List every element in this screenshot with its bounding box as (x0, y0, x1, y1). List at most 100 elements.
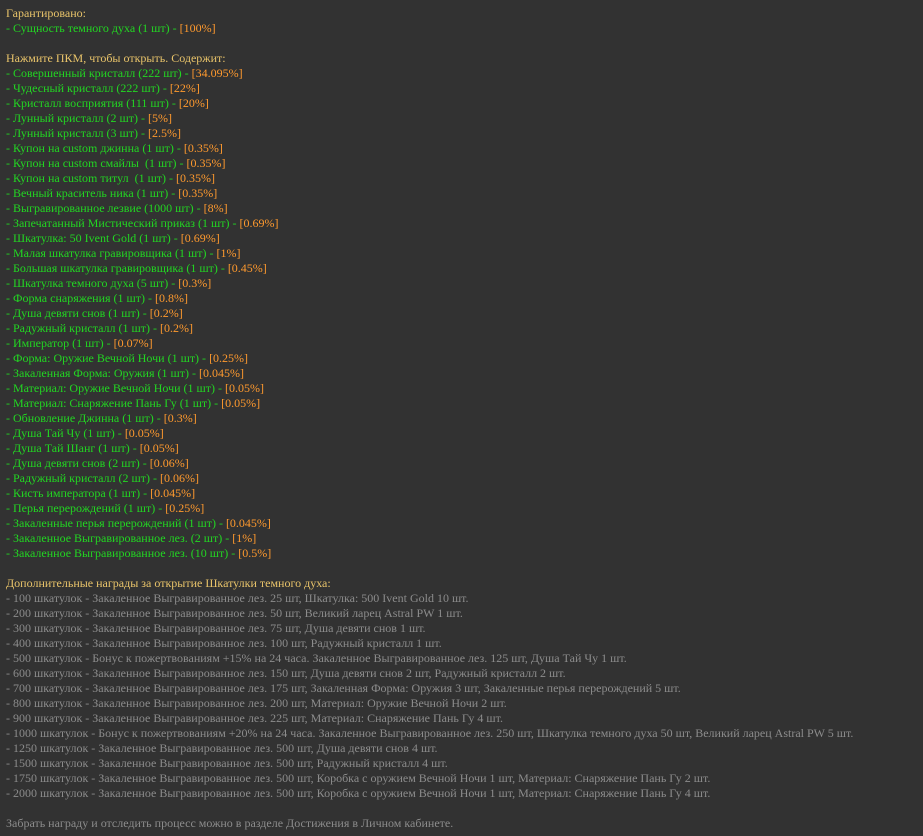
drop-item-chance: [0.045%] (150, 486, 196, 500)
drop-item-name: - Форма: Оружие Вечной Ночи (1 шт) - (6, 351, 210, 365)
drop-item-chance: [0.06%] (149, 456, 189, 470)
drop-item: - Закаленные перья перерождений (1 шт) -… (6, 516, 921, 531)
drop-item-chance: [0.35%] (186, 156, 226, 170)
drop-item-name: - Форма снаряжения (1 шт) - (6, 291, 156, 305)
drop-item-name: - Совершенный кристалл (222 шт) - (6, 66, 192, 80)
drop-item-chance: [0.25%] (209, 351, 249, 365)
drop-item-name: - Большая шкатулка гравировщика (1 шт) - (6, 261, 228, 275)
drop-item-name: - Материал: Снаряжение Пань Гу (1 шт) - (6, 396, 222, 410)
drop-item-name: - Закаленное Выгравированное лез. (10 шт… (6, 546, 239, 560)
drop-item: - Душа девяти снов (1 шт) - [0.2%] (6, 306, 921, 321)
drop-item: - Душа Тай Шанг (1 шт) - [0.05%] (6, 441, 921, 456)
drop-item-name: - Закаленная Форма: Оружия (1 шт) - (6, 366, 199, 380)
drop-item: - Сущность темного духа (1 шт) - [100%] (6, 21, 921, 36)
drop-item-name: - Лунный кристалл (3 шт) - (6, 126, 149, 140)
drop-item-chance: [0.69%] (239, 216, 279, 230)
drop-item-chance: [0.8%] (155, 291, 189, 305)
drop-item-name: - Вечный краситель ника (1 шт) - (6, 186, 179, 200)
drop-item-name: - Перья перерождений (1 шт) - (6, 501, 166, 515)
drop-item-chance: [0.45%] (227, 261, 267, 275)
drop-item-name: - Материал: Оружие Вечной Ночи (1 шт) - (6, 381, 226, 395)
drop-item-chance: [0.5%] (238, 546, 272, 560)
drop-item: - Совершенный кристалл (222 шт) - [34.09… (6, 66, 921, 81)
drop-item: - Закаленная Форма: Оружия (1 шт) - [0.0… (6, 366, 921, 381)
bonus-reward-item: - 300 шкатулок - Закаленное Выгравирован… (6, 621, 426, 635)
drop-item: - Вечный краситель ника (1 шт) - [0.35%] (6, 186, 921, 201)
contents-header: Нажмите ПКМ, чтобы открыть. Содержит: (6, 51, 226, 65)
bonus-reward-item: - 900 шкатулок - Закаленное Выгравирован… (6, 711, 503, 725)
drop-item-chance: [22%] (169, 81, 200, 95)
drop-item: - Кисть императора (1 шт) - [0.045%] (6, 486, 921, 501)
drop-item-chance: [0.05%] (139, 441, 179, 455)
drop-item: - Купон на custom смайлы (1 шт) - [0.35%… (6, 156, 921, 171)
bonus-reward-item: - 800 шкатулок - Закаленное Выгравирован… (6, 696, 507, 710)
drop-item-chance: [34.095%] (191, 66, 243, 80)
bonus-header: Дополнительные награды за открытие Шкату… (6, 576, 331, 590)
drop-item-chance: [0.69%] (180, 231, 220, 245)
drop-item-name: - Купон на custom джинна (1 шт) - (6, 141, 184, 155)
drop-item-name: - Чудесный кристалл (222 шт) - (6, 81, 170, 95)
drop-item: - Шкатулка темного духа (5 шт) - [0.3%] (6, 276, 921, 291)
drop-item: - Форма: Оружие Вечной Ночи (1 шт) - [0.… (6, 351, 921, 366)
guaranteed-header: Гарантировано: (6, 6, 86, 20)
bonus-reward-item: - 2000 шкатулок - Закаленное Выгравирова… (6, 786, 711, 800)
drop-item-name: - Душа девяти снов (2 шт) - (6, 456, 150, 470)
item-tooltip: Гарантировано: - Сущность темного духа (… (6, 6, 921, 831)
drop-item: - Радужный кристалл (2 шт) - [0.06%] (6, 471, 921, 486)
drop-item-chance: [2.5%] (148, 126, 182, 140)
drop-item-name: - Выгравированное лезвие (1000 шт) - (6, 201, 204, 215)
drop-item: - Кристалл восприятия (111 шт) - [20%] (6, 96, 921, 111)
drop-item-chance: [0.045%] (198, 366, 244, 380)
bonus-reward-item: - 1750 шкатулок - Закаленное Выгравирова… (6, 771, 711, 785)
drop-item-chance: [0.05%] (221, 396, 261, 410)
drop-item-name: - Радужный кристалл (2 шт) - (6, 471, 160, 485)
drop-item-chance: [0.25%] (165, 501, 205, 515)
drop-item-name: - Душа девяти снов (1 шт) - (6, 306, 150, 320)
drop-item: - Обновление Джинна (1 шт) - [0.3%] (6, 411, 921, 426)
drop-item: - Шкатулка: 50 Ivent Gold (1 шт) - [0.69… (6, 231, 921, 246)
drop-item: - Император (1 шт) - [0.07%] (6, 336, 921, 351)
bonus-reward-item: - 200 шкатулок - Закаленное Выгравирован… (6, 606, 463, 620)
contents-list: - Совершенный кристалл (222 шт) - [34.09… (6, 66, 921, 561)
drop-item-chance: [0.2%] (149, 306, 183, 320)
drop-item-chance: [0.3%] (178, 276, 212, 290)
drop-item: - Чудесный кристалл (222 шт) - [22%] (6, 81, 921, 96)
drop-item: - Материал: Снаряжение Пань Гу (1 шт) - … (6, 396, 921, 411)
drop-item: - Запечатанный Мистический приказ (1 шт)… (6, 216, 921, 231)
drop-item-name: - Кристалл восприятия (111 шт) - (6, 96, 179, 110)
drop-item-chance: [0.05%] (124, 426, 164, 440)
drop-item: - Выгравированное лезвие (1000 шт) - [8%… (6, 201, 921, 216)
drop-item-name: - Закаленное Выгравированное лез. (2 шт)… (6, 531, 233, 545)
guaranteed-list: - Сущность темного духа (1 шт) - [100%] (6, 21, 921, 36)
drop-item: - Душа девяти снов (2 шт) - [0.06%] (6, 456, 921, 471)
drop-item: - Купон на custom джинна (1 шт) - [0.35%… (6, 141, 921, 156)
drop-item-chance: [0.3%] (163, 411, 197, 425)
bonus-reward-item: - 1250 шкатулок - Закаленное Выгравирова… (6, 741, 438, 755)
drop-item-chance: [1%] (232, 531, 257, 545)
bonus-reward-item: - 1500 шкатулок - Закаленное Выгравирова… (6, 756, 448, 770)
drop-item: - Закаленное Выгравированное лез. (10 шт… (6, 546, 921, 561)
drop-item-name: - Закаленные перья перерождений (1 шт) - (6, 516, 226, 530)
bonus-reward-item: - 700 шкатулок - Закаленное Выгравирован… (6, 681, 681, 695)
drop-item: - Большая шкатулка гравировщика (1 шт) -… (6, 261, 921, 276)
footer-note: Забрать награду и отследить процесс можн… (6, 816, 454, 830)
drop-item-name: - Купон на custom смайлы (1 шт) - (6, 156, 187, 170)
drop-item-name: - Душа Тай Шанг (1 шт) - (6, 441, 140, 455)
drop-item-name: - Малая шкатулка гравировщика (1 шт) - (6, 246, 217, 260)
bonus-list: - 100 шкатулок - Закаленное Выгравирован… (6, 591, 921, 801)
drop-item-name: - Сущность темного духа (1 шт) - (6, 21, 180, 35)
drop-item-chance: [20%] (178, 96, 209, 110)
drop-item-chance: [0.35%] (176, 171, 216, 185)
drop-item-name: - Кисть императора (1 шт) - (6, 486, 151, 500)
drop-item-chance: [0.06%] (160, 471, 199, 485)
drop-item-chance: [0.35%] (178, 186, 218, 200)
drop-item-name: - Обновление Джинна (1 шт) - (6, 411, 164, 425)
drop-item-chance: [100%] (179, 21, 216, 35)
drop-item-chance: [0.07%] (113, 336, 153, 350)
drop-item-chance: [0.045%] (225, 516, 271, 530)
drop-item-name: - Купон на custom титул (1 шт) - (6, 171, 177, 185)
drop-item-chance: [0.05%] (225, 381, 265, 395)
